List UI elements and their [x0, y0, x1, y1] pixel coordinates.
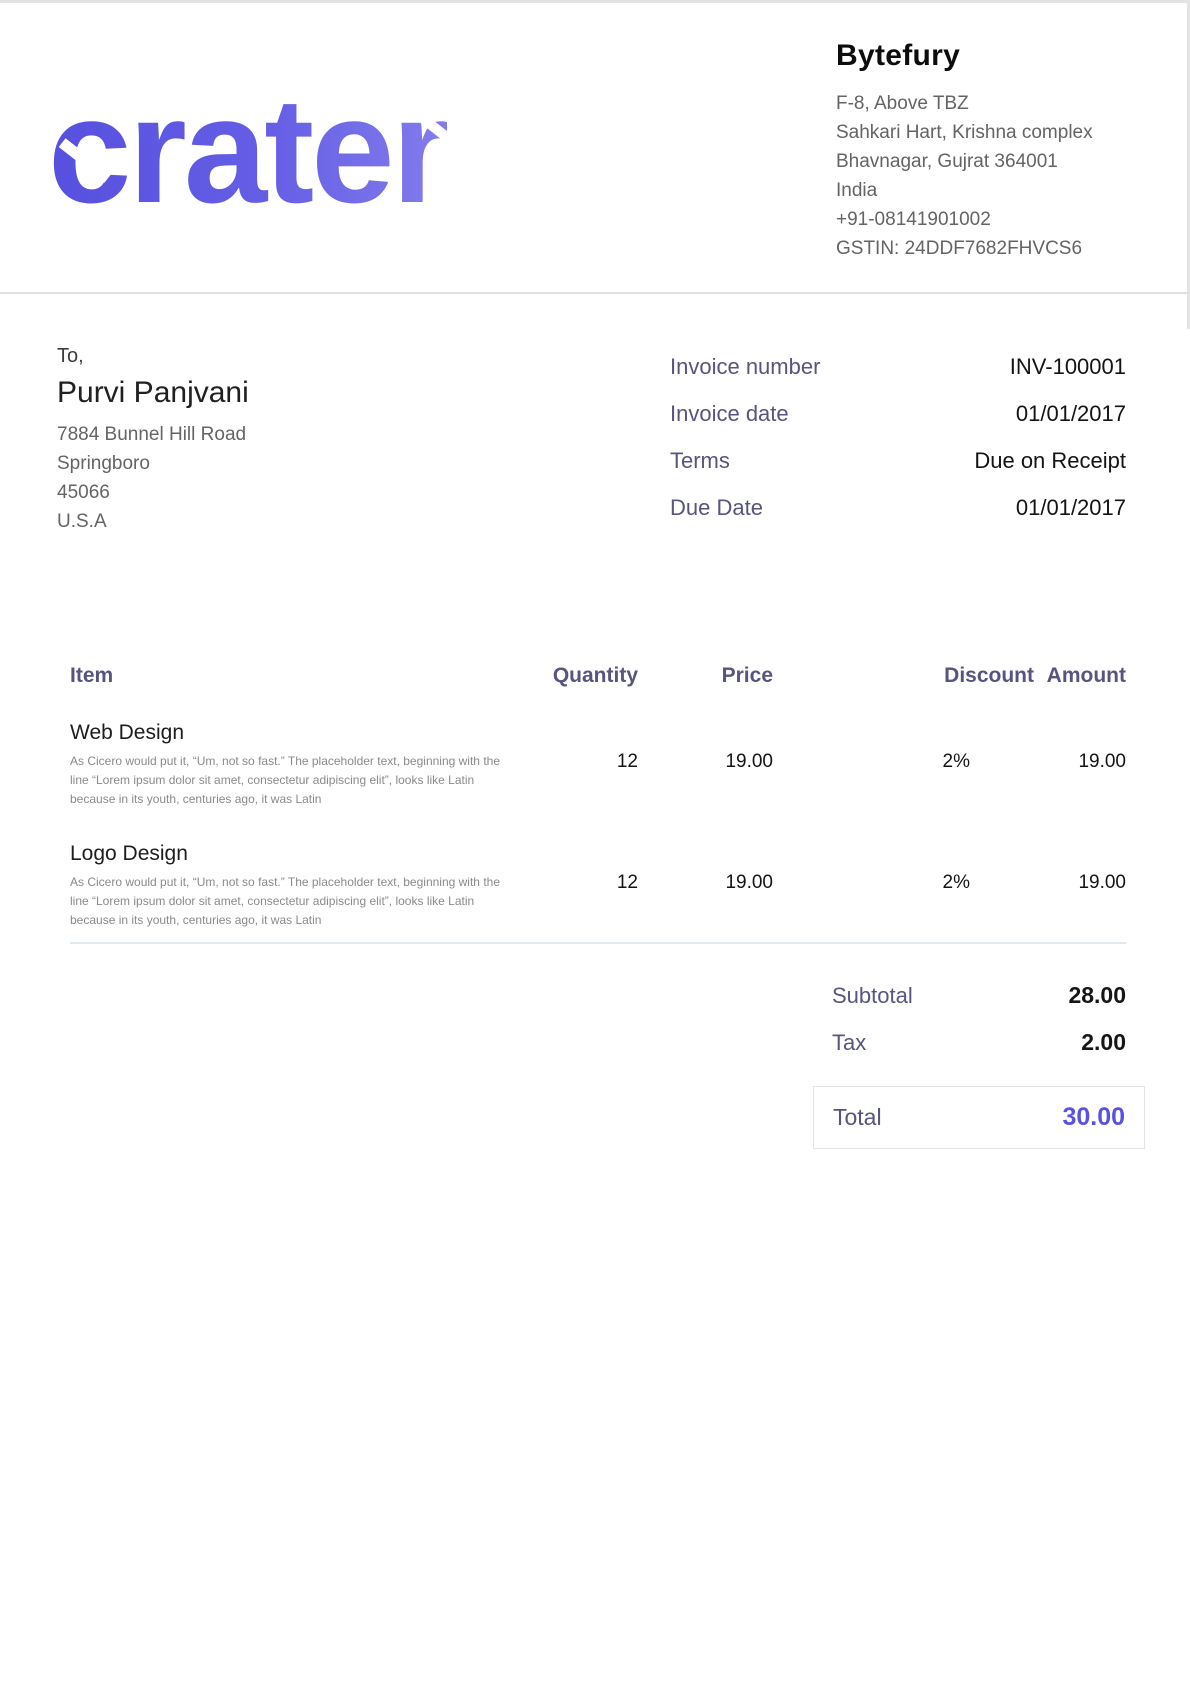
total-value: 30.00 — [1062, 1103, 1125, 1132]
customer-address-line: 7884 Bunnel Hill Road — [57, 420, 670, 449]
invoice-info-section: To, Purvi Panjvani 7884 Bunnel Hill Road… — [0, 342, 1190, 542]
invoice-number-value: INV-100001 — [1010, 354, 1126, 380]
invoice-date-row: Invoice date 01/01/2017 — [670, 401, 1126, 427]
item-quantity: 12 — [508, 721, 638, 773]
totals-section: Subtotal 28.00 Tax 2.00 Total 30.00 — [0, 982, 1190, 1149]
item-discount: 2% — [773, 842, 1034, 894]
company-block: Bytefury F-8, Above TBZ Sahkari Hart, Kr… — [836, 3, 1126, 292]
company-phone: +91-08141901002 — [836, 205, 1126, 234]
item-name: Web Design — [70, 721, 508, 745]
item-quantity: 12 — [508, 842, 638, 894]
invoice-page: crater Bytefury F-8, Above TBZ Sahkari H… — [0, 0, 1190, 1684]
item-cell: Web Design As Cicero would put it, “Um, … — [70, 721, 508, 809]
due-date-row: Due Date 01/01/2017 — [670, 495, 1126, 521]
items-table: Item Quantity Price Discount Amount Web … — [0, 664, 1190, 944]
header-item: Item — [70, 664, 508, 688]
invoice-date-label: Invoice date — [670, 401, 789, 427]
item-cell: Logo Design As Cicero would put it, “Um,… — [70, 842, 508, 930]
company-address-line: Sahkari Hart, Krishna complex — [836, 118, 1126, 147]
customer-block: To, Purvi Panjvani 7884 Bunnel Hill Road… — [57, 342, 670, 542]
header-discount: Discount — [773, 664, 1034, 688]
item-price: 19.00 — [638, 721, 773, 773]
company-gstin: GSTIN: 24DDF7682FHVCS6 — [836, 234, 1126, 263]
terms-value: Due on Receipt — [974, 448, 1126, 474]
header-price: Price — [638, 664, 773, 688]
company-name: Bytefury — [836, 39, 1126, 73]
customer-name: Purvi Panjvani — [57, 376, 670, 410]
subtotal-row: Subtotal 28.00 — [832, 982, 1126, 1009]
table-row: Logo Design As Cicero would put it, “Um,… — [70, 842, 1126, 930]
customer-greeting: To, — [57, 342, 670, 370]
item-amount: 19.00 — [1034, 842, 1126, 894]
tax-value: 2.00 — [1081, 1029, 1126, 1056]
invoice-header: crater Bytefury F-8, Above TBZ Sahkari H… — [0, 3, 1190, 294]
items-table-header: Item Quantity Price Discount Amount — [70, 664, 1126, 688]
customer-address-line: Springboro — [57, 449, 670, 478]
invoice-date-value: 01/01/2017 — [1016, 401, 1126, 427]
invoice-meta-block: Invoice number INV-100001 Invoice date 0… — [670, 342, 1126, 542]
tax-row: Tax 2.00 — [832, 1029, 1126, 1056]
due-date-label: Due Date — [670, 495, 763, 521]
invoice-number-row: Invoice number INV-100001 — [670, 354, 1126, 380]
table-row: Web Design As Cicero would put it, “Um, … — [70, 721, 1126, 809]
terms-row: Terms Due on Receipt — [670, 448, 1126, 474]
header-amount: Amount — [1034, 664, 1126, 688]
due-date-value: 01/01/2017 — [1016, 495, 1126, 521]
item-description: As Cicero would put it, “Um, not so fast… — [70, 752, 500, 809]
item-description: As Cicero would put it, “Um, not so fast… — [70, 873, 500, 930]
tax-label: Tax — [832, 1030, 866, 1056]
company-address-line: Bhavnagar, Gujrat 364001 — [836, 147, 1126, 176]
table-bottom-divider — [70, 942, 1126, 944]
grand-total-box: Total 30.00 — [813, 1086, 1145, 1149]
invoice-number-label: Invoice number — [670, 354, 820, 380]
crater-logo: crater — [48, 75, 447, 225]
customer-address-line: 45066 — [57, 478, 670, 507]
company-address-line: India — [836, 176, 1126, 205]
customer-address-line: U.S.A — [57, 507, 670, 536]
subtotal-label: Subtotal — [832, 983, 913, 1009]
total-label: Total — [833, 1104, 882, 1131]
item-discount: 2% — [773, 721, 1034, 773]
terms-label: Terms — [670, 448, 730, 474]
company-address-line: F-8, Above TBZ — [836, 89, 1126, 118]
item-name: Logo Design — [70, 842, 508, 866]
item-amount: 19.00 — [1034, 721, 1126, 773]
item-price: 19.00 — [638, 842, 773, 894]
subtotal-value: 28.00 — [1068, 982, 1126, 1009]
header-quantity: Quantity — [508, 664, 638, 688]
